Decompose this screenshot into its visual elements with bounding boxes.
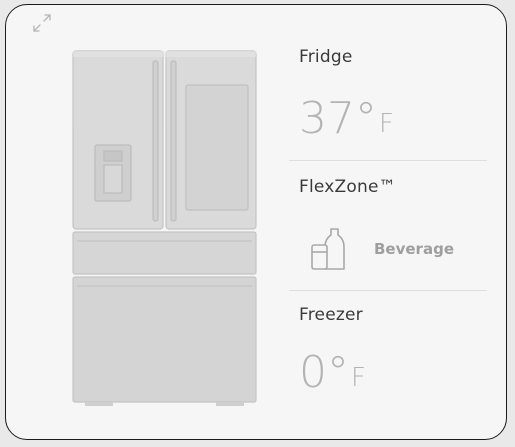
fridge-label: Fridge: [299, 47, 353, 67]
flexzone-label: FlexZone™: [299, 177, 396, 197]
fridge-temperature[interactable]: 37°F: [299, 93, 394, 144]
flexzone-mode[interactable]: Beverage: [374, 240, 454, 258]
freezer-temp-value: 0°: [299, 347, 349, 398]
freezer-temperature[interactable]: 0°F: [299, 347, 366, 398]
divider: [289, 290, 487, 291]
status-panel: Fridge 37°F FlexZone™ Beverage Freezer 0…: [289, 5, 489, 439]
expand-icon[interactable]: [31, 12, 53, 34]
freezer-drawer: [72, 276, 257, 403]
freezer-label: Freezer: [299, 305, 363, 325]
left-door: [72, 50, 164, 230]
fridge-temp-unit: F: [379, 109, 394, 139]
freezer-temp-unit: F: [351, 363, 366, 393]
middle-drawer: [72, 231, 257, 275]
refrigerator-illustration: [72, 50, 257, 406]
beverage-icon: [311, 228, 345, 270]
fridge-status-card: Fridge 37°F FlexZone™ Beverage Freezer 0…: [5, 4, 507, 440]
divider: [289, 160, 487, 161]
fridge-temp-value: 37°: [299, 93, 377, 144]
